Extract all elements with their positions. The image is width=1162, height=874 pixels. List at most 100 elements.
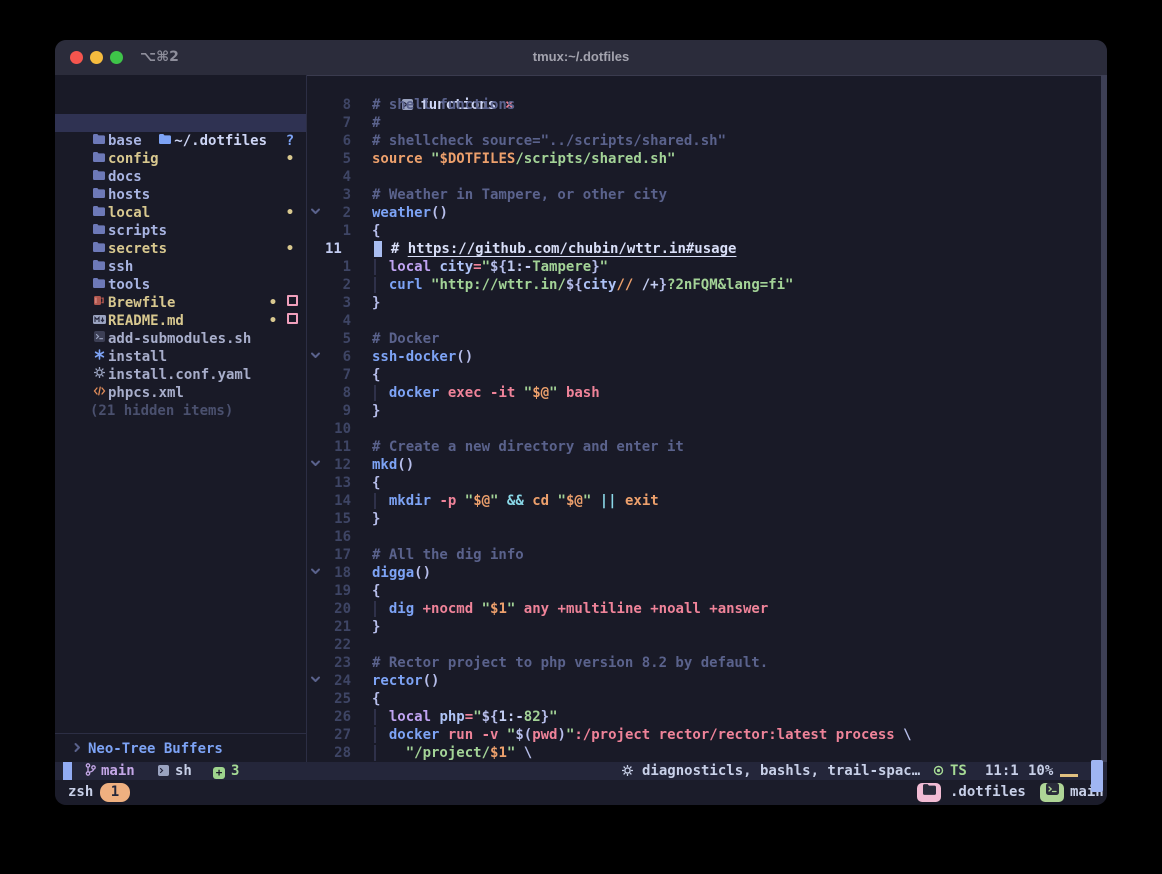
tree-item-base[interactable]: base? bbox=[55, 132, 306, 150]
code-line[interactable]: 17# All the dig info bbox=[307, 546, 1101, 564]
fold-indicator[interactable] bbox=[307, 456, 323, 474]
code-line[interactable]: 21} bbox=[307, 618, 1101, 636]
code-line[interactable]: 11 # https://github.com/chubin/wttr.in#u… bbox=[307, 240, 1101, 258]
code-text: # shellcheck source="../scripts/shared.s… bbox=[372, 132, 726, 150]
indent-guide bbox=[374, 727, 376, 743]
code-line[interactable]: 8# shell functions bbox=[307, 96, 1101, 114]
code-line[interactable]: 11# Create a new directory and enter it bbox=[307, 438, 1101, 456]
tree-item-add-submodules-sh[interactable]: add-submodules.sh bbox=[55, 330, 306, 348]
code-line[interactable]: 22 bbox=[307, 636, 1101, 654]
fold-indicator[interactable] bbox=[307, 348, 323, 366]
fold-indicator bbox=[307, 546, 323, 564]
indent-guide bbox=[374, 601, 376, 617]
code-line[interactable]: 12mkd() bbox=[307, 456, 1101, 474]
unstaged-square-badge bbox=[287, 313, 298, 324]
code-line[interactable]: 4 bbox=[307, 312, 1101, 330]
line-number: 1 bbox=[323, 258, 351, 276]
tree-item-brewfile[interactable]: Brewfile• bbox=[55, 294, 306, 312]
line-number: 5 bbox=[323, 150, 351, 168]
panel-separator bbox=[55, 733, 306, 734]
code-line[interactable]: 25{ bbox=[307, 690, 1101, 708]
scrollbar-thumb[interactable] bbox=[1091, 760, 1103, 792]
fold-indicator bbox=[307, 744, 323, 762]
tree-item-secrets[interactable]: secrets • bbox=[55, 240, 306, 258]
tree-item-scripts[interactable]: scripts bbox=[55, 222, 306, 240]
tree-root-item[interactable]: ~/.dotfiles bbox=[55, 114, 306, 132]
code-line[interactable]: 2 curl "http://wttr.in/${city// /+}?2nFQ… bbox=[307, 276, 1101, 294]
fold-indicator[interactable] bbox=[307, 672, 323, 690]
line-number: 28 bbox=[323, 744, 351, 762]
tree-item-local[interactable]: local• bbox=[55, 204, 306, 222]
folder-icon bbox=[90, 221, 108, 239]
code-line[interactable]: 8 docker exec -it "$@" bash bbox=[307, 384, 1101, 402]
code-line[interactable]: 14 mkdir -p "$@" && cd "$@" || exit bbox=[307, 492, 1101, 510]
scrollbar-track[interactable] bbox=[1101, 75, 1107, 790]
fold-indicator bbox=[307, 150, 323, 168]
code-line[interactable]: 20 dig +nocmd "$1" any +multiline +noall… bbox=[307, 600, 1101, 618]
code-line[interactable]: 23# Rector project to php version 8.2 by… bbox=[307, 654, 1101, 672]
tree-item-label: base bbox=[108, 133, 142, 149]
code-line[interactable]: 5source "$DOTFILES/scripts/shared.sh" bbox=[307, 150, 1101, 168]
fold-indicator bbox=[307, 330, 323, 348]
code-line[interactable]: 4 bbox=[307, 168, 1101, 186]
code-line[interactable]: 19{ bbox=[307, 582, 1101, 600]
code-line[interactable]: 15} bbox=[307, 510, 1101, 528]
code-text: weather() bbox=[372, 204, 448, 222]
fold-indicator bbox=[307, 294, 323, 312]
fold-indicator bbox=[307, 492, 323, 510]
statusline-lsp-servers: diagnosticls, bashls, trail-spac… bbox=[622, 762, 920, 781]
fold-indicator[interactable] bbox=[307, 204, 323, 222]
tree-item-readme-md[interactable]: README.md• bbox=[55, 312, 306, 330]
code-line[interactable]: 26 local php="${1:-82}" bbox=[307, 708, 1101, 726]
code-line[interactable]: 18digga() bbox=[307, 564, 1101, 582]
tree-item-config[interactable]: config• bbox=[55, 150, 306, 168]
tree-item-install[interactable]: install bbox=[55, 348, 306, 366]
code-text: # bbox=[372, 114, 380, 132]
terminal-content: Neo-Tree ~/.dotfiles base?config•docshos… bbox=[55, 75, 1107, 805]
neotree-buffers-header[interactable]: Neo-Tree Buffers bbox=[55, 740, 306, 758]
star-icon bbox=[90, 347, 108, 365]
tree-item-label: scripts bbox=[108, 223, 167, 239]
code-line[interactable]: 1 local city="${1:-Tampere}" bbox=[307, 258, 1101, 276]
line-number: 8 bbox=[323, 96, 351, 114]
git-status-badges: ? bbox=[282, 132, 298, 150]
code-line[interactable]: 7# bbox=[307, 114, 1101, 132]
code-line[interactable]: 6ssh-docker() bbox=[307, 348, 1101, 366]
statusline-cursor-position: 11:1 bbox=[985, 762, 1019, 780]
code-line[interactable]: 6# shellcheck source="../scripts/shared.… bbox=[307, 132, 1101, 150]
code-line[interactable]: 3} bbox=[307, 294, 1101, 312]
code-line[interactable]: 2weather() bbox=[307, 204, 1101, 222]
code-line[interactable]: 16 bbox=[307, 528, 1101, 546]
code-line[interactable]: 5# Docker bbox=[307, 330, 1101, 348]
tree-item-docs[interactable]: docs bbox=[55, 168, 306, 186]
tree-item-ssh[interactable]: ssh bbox=[55, 258, 306, 276]
code-line[interactable]: 10 bbox=[307, 420, 1101, 438]
tree-item-tools[interactable]: tools bbox=[55, 276, 306, 294]
line-number: 16 bbox=[323, 528, 351, 546]
code-line[interactable]: 28 "/project/$1" \ bbox=[307, 744, 1101, 762]
line-number: 4 bbox=[323, 168, 351, 186]
folder-icon bbox=[90, 185, 108, 203]
tree-item-label: secrets bbox=[108, 241, 167, 257]
neotree-header[interactable]: Neo-Tree bbox=[55, 96, 306, 114]
code-line[interactable]: 13{ bbox=[307, 474, 1101, 492]
code-text: # https://github.com/chubin/wttr.in#usag… bbox=[374, 240, 736, 258]
code-line[interactable]: 7{ bbox=[307, 366, 1101, 384]
tree-item-phpcs-xml[interactable]: phpcs.xml bbox=[55, 384, 306, 402]
tree-item-hosts[interactable]: hosts bbox=[55, 186, 306, 204]
titlebar[interactable]: ⌥⌘2 tmux:~/.dotfiles bbox=[55, 40, 1107, 76]
code-line[interactable]: 1{ bbox=[307, 222, 1101, 240]
code-text: } bbox=[372, 618, 380, 636]
fold-indicator[interactable] bbox=[307, 564, 323, 582]
code-line[interactable]: 24rector() bbox=[307, 672, 1101, 690]
fold-indicator bbox=[307, 636, 323, 654]
line-number: 27 bbox=[323, 726, 351, 744]
code-line[interactable]: 3# Weather in Tampere, or other city bbox=[307, 186, 1101, 204]
tree-item-install-conf-yaml[interactable]: install.conf.yaml bbox=[55, 366, 306, 384]
line-number: 7 bbox=[323, 114, 351, 132]
code-line[interactable]: 9} bbox=[307, 402, 1101, 420]
fold-indicator bbox=[307, 276, 323, 294]
git-status-badges: • bbox=[282, 240, 298, 258]
code-text: docker exec -it "$@" bash bbox=[372, 384, 600, 402]
code-line[interactable]: 27 docker run -v "$(pwd)":/project recto… bbox=[307, 726, 1101, 744]
